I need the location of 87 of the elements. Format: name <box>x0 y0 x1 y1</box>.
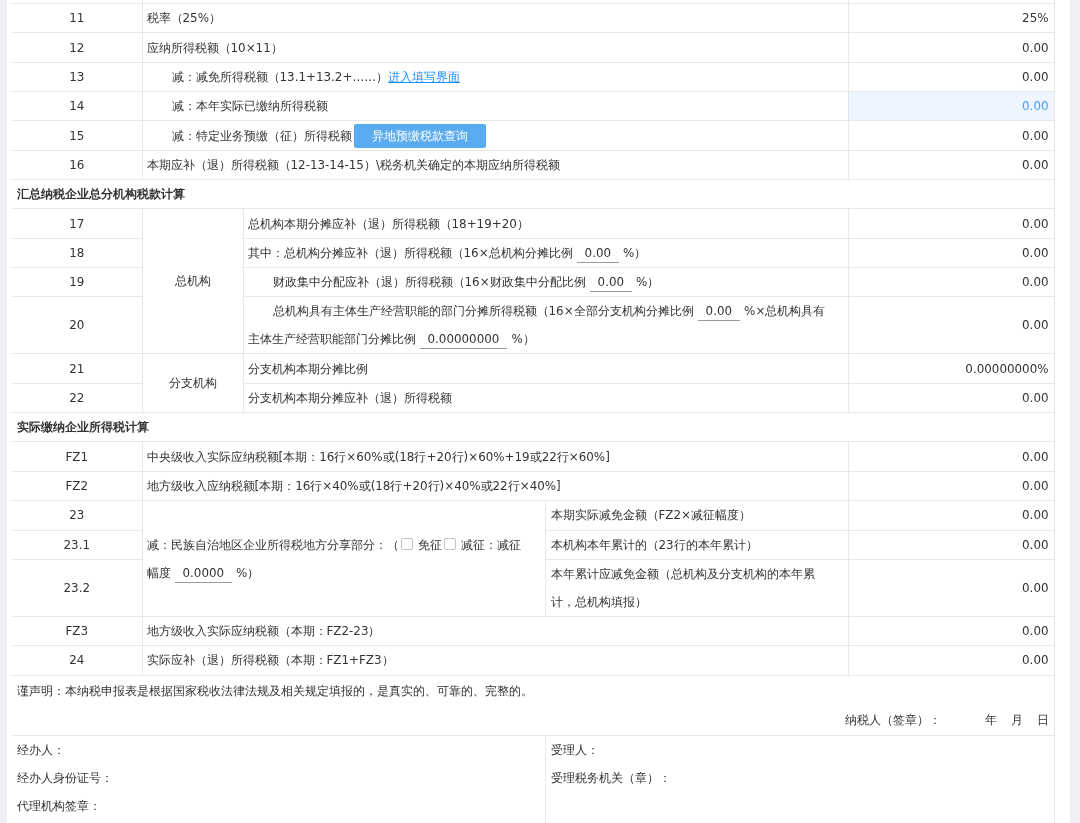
signature-label: 经办人身份证号： <box>17 770 113 785</box>
label-text: 本年累计应减免金额（总机构及分支机构的本年累计，总机构填报） <box>550 566 815 609</box>
label-text: %） <box>511 332 535 347</box>
label-text: 主体生产经营职能部门分摊比例 <box>247 332 416 347</box>
row-number: FZ3 <box>65 624 89 638</box>
row-number: 19 <box>69 275 85 290</box>
row-number: 23.1 <box>63 537 90 552</box>
row-number: 23 <box>69 508 85 523</box>
amount-value: 0.00 <box>1022 157 1049 172</box>
label-text: 分支机构本期分摊应补（退）所得税额 <box>247 390 452 405</box>
amount-value: 0.00 <box>1022 449 1049 464</box>
amount-value: 25% <box>1022 11 1049 26</box>
label-text: 税率（25%） <box>146 11 221 26</box>
checkbox[interactable] <box>443 537 456 550</box>
label-text: 其中：总机构分摊应补（退）所得税额（16×总机构分摊比例 <box>247 245 573 260</box>
amount-value: 0.00 <box>1022 537 1049 552</box>
amount-value: 0.00 <box>1022 479 1049 493</box>
label-text: 本期应补（退）所得税额（12-13-14-15）\税务机关确定的本期应纳所得税额 <box>146 157 560 172</box>
label-text: 幅度 <box>146 565 171 580</box>
amount-value: 0.00 <box>1022 318 1049 333</box>
label-text: 本期实际减免金额（FZ2×减征幅度） <box>550 508 751 523</box>
row-number: 23.2 <box>63 580 90 595</box>
row-number: 20 <box>69 318 85 333</box>
row-number: FZ2 <box>65 479 89 493</box>
row-number: 13 <box>69 69 85 84</box>
amount-value: 0.00 <box>1022 216 1049 231</box>
row-number: 24 <box>69 653 85 668</box>
amount-value: 0.00 <box>1022 275 1049 290</box>
label-text: %） <box>623 245 647 260</box>
date-label: 日 <box>1036 712 1049 727</box>
row-number: 22 <box>69 390 85 405</box>
amount-value: 0.00 <box>1022 580 1049 595</box>
label-text: 总机构本期分摊应补（退）所得税额（18+19+20） <box>247 216 529 231</box>
signature-label: 受理税务机关（章）： <box>550 770 671 785</box>
label-text: 减：减免所得税额（13.1+13.2+……） <box>171 69 389 84</box>
input-field[interactable]: 0.00000000 <box>419 330 508 350</box>
label-text: 减：特定业务预缴（征）所得税额 <box>171 128 352 143</box>
label-text: 免征 <box>417 537 442 552</box>
label-text: 减：本年实际已缴纳所得税额 <box>171 99 328 114</box>
label-text: 本机构本年累计的（23行的本年累计） <box>550 537 758 552</box>
label-text: 实际应补（退）所得税额（本期：FZ1+FZ3） <box>146 653 394 668</box>
group-label: 分支机构 <box>168 376 217 391</box>
label-text: 应纳所得税额（10×11） <box>146 40 283 55</box>
amount-value: 0.00 <box>1022 508 1049 523</box>
section-title: 汇总纳税企业总分机构税款计算 <box>17 187 185 202</box>
input-field[interactable]: 0.00 <box>589 273 633 293</box>
amount-value: 0.00 <box>1022 390 1049 405</box>
label-text: %） <box>636 275 660 290</box>
signature-label: 经办人： <box>17 742 65 757</box>
label-text: 地方级收入应纳税额[本期：16行×40%或(18行+20行)×40%或22行×40%] <box>146 479 561 493</box>
label-text: 减：民族自治地区企业所得税地方分享部分：（ <box>146 537 399 552</box>
amount-value: 0.00 <box>1022 128 1049 143</box>
date-label: 月 <box>1010 712 1023 727</box>
input-field[interactable]: 0.0000 <box>174 563 233 583</box>
row-number: 17 <box>69 216 85 231</box>
signature-label: 代理机构签章： <box>17 798 101 813</box>
input-field[interactable]: 0.00 <box>576 243 620 263</box>
amount-value: 0.00 <box>1022 245 1049 260</box>
row-number: 18 <box>69 245 85 260</box>
amount-value: 0.00 <box>1022 653 1049 668</box>
signature-label: 受理人： <box>550 742 599 757</box>
amount-value: 0.00 <box>1022 624 1049 638</box>
checkbox[interactable] <box>400 537 413 550</box>
row-number: 16 <box>69 157 85 172</box>
label-text: %） <box>236 565 260 580</box>
row-number: 11 <box>69 11 85 26</box>
label-text: 地方级收入实际应纳税额（本期：FZ2-23） <box>146 624 381 638</box>
amount-value: 0.00 <box>1022 69 1049 84</box>
row-number: 14 <box>69 99 85 114</box>
row-number: 15 <box>69 128 85 143</box>
row-number: 12 <box>69 40 85 55</box>
declaration-text: 谨声明：本纳税申报表是根据国家税收法律法规及相关规定填报的，是真实的、可靠的、完整的。 <box>17 683 533 698</box>
signer-label: 纳税人（签章）： <box>844 712 941 727</box>
label-text: 中央级收入实际应纳税额[本期：16行×60%或(18行+20行)×60%+19或22行×60%] <box>146 449 610 464</box>
label-text: %×总机构具有 <box>744 304 826 319</box>
row-number: 21 <box>69 361 85 376</box>
date-label: 年 <box>984 712 997 727</box>
section-title: 实际缴纳企业所得税计算 <box>17 420 149 435</box>
group-label: 总机构 <box>174 274 211 289</box>
label-text: 财政集中分配应补（退）所得税额（16×财政集中分配比例 <box>272 275 586 290</box>
label-text: 分支机构本期分摊比例 <box>247 361 368 376</box>
amount-value: 0.00 <box>1022 40 1049 55</box>
label-text: 总机构具有主体生产经营职能的部门分摊所得税额（16×全部分支机构分摊比例 <box>272 304 694 319</box>
label-text: 减征：减征 <box>460 537 521 552</box>
row-number: FZ1 <box>65 449 89 464</box>
input-field[interactable]: 0.00 <box>697 302 741 322</box>
amount-value: 0.00000000% <box>965 361 1049 376</box>
